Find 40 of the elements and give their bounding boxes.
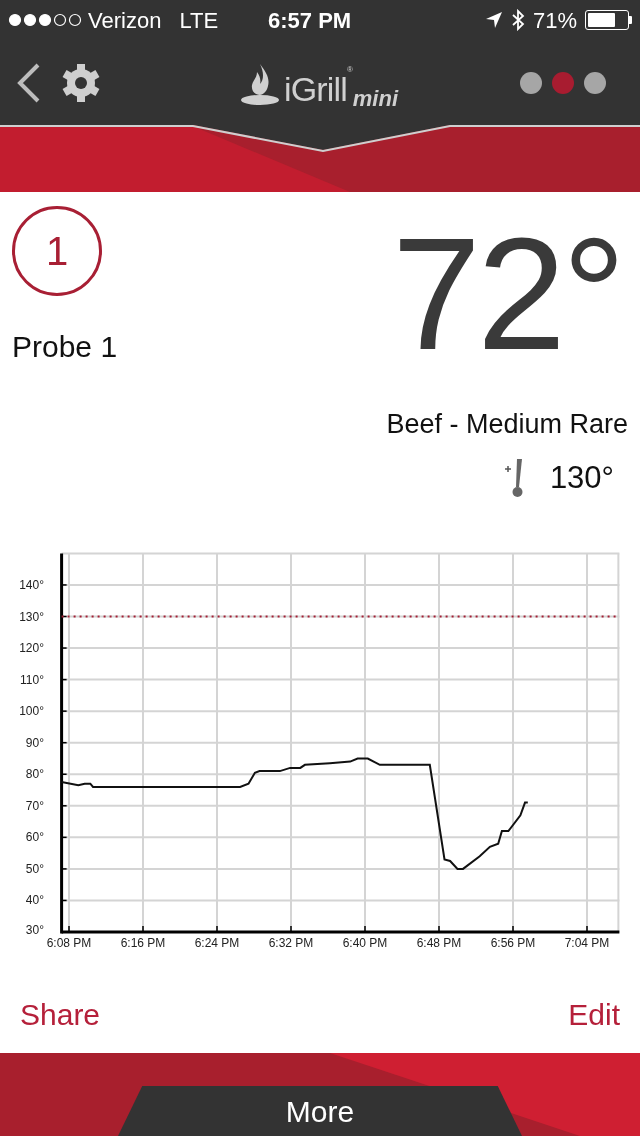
temperature-reading: 72° [392, 214, 622, 374]
axis-label: 7:04 PM [563, 937, 611, 949]
network-text: LTE [179, 6, 219, 35]
battery-text: 71% [532, 6, 577, 35]
axis-label: 6:56 PM [489, 937, 537, 949]
settings-button[interactable] [60, 61, 102, 104]
axis-label: 130° [18, 610, 44, 623]
axis-label: 6:16 PM [119, 937, 167, 949]
axis-label: 6:24 PM [193, 937, 241, 949]
axis-label: 100° [18, 705, 44, 718]
axis-label: 90° [24, 736, 44, 749]
axis-label: 40° [24, 894, 44, 907]
registered-mark: ® [346, 64, 353, 76]
axis-label: 6:32 PM [267, 937, 315, 949]
signal-icon [8, 13, 82, 27]
battery-icon [585, 10, 632, 30]
logo-text: iGrill [284, 72, 347, 106]
axis-label: 6:08 PM [45, 937, 93, 949]
axis-label: 120° [18, 642, 44, 655]
axis-label: 50° [24, 862, 44, 875]
carrier-text: Verizon [88, 6, 162, 35]
logo-suffix: mini [352, 88, 399, 110]
probe-number-ring: 1 [12, 206, 102, 296]
bluetooth-icon [510, 9, 525, 31]
axis-label: 30° [24, 924, 44, 936]
axis-label: 60° [24, 831, 44, 844]
location-icon [484, 11, 503, 29]
more-button[interactable]: More [118, 1086, 522, 1136]
share-button[interactable]: Share [20, 992, 101, 1037]
edit-button[interactable]: Edit [568, 992, 620, 1037]
axis-label: 6:48 PM [415, 937, 463, 949]
axis-label: 140° [18, 578, 44, 591]
target-temperature: 130° [549, 458, 614, 497]
axis-label: 70° [24, 799, 44, 812]
axis-label: 80° [24, 768, 44, 781]
axis-label: 6:40 PM [341, 937, 389, 949]
preset-name: Beef - Medium Rare [386, 408, 628, 441]
clock-text: 6:57 PM [268, 6, 352, 35]
probe-name: Probe 1 [12, 329, 118, 365]
axis-label: 110° [19, 673, 44, 686]
